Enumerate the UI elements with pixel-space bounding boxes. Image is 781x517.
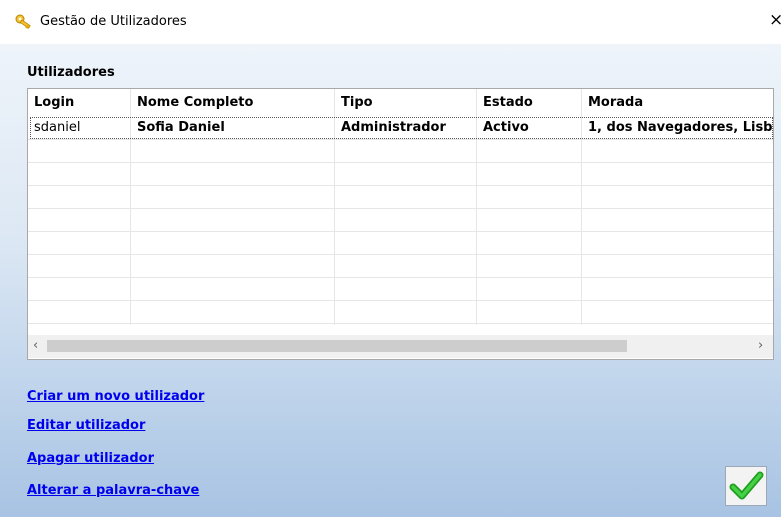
cell-login: sdaniel xyxy=(34,120,81,135)
cell-tipo: Administrador xyxy=(341,120,446,135)
section-title: Utilizadores xyxy=(27,65,115,80)
ok-button[interactable] xyxy=(725,466,767,506)
delete-user-link[interactable]: Apagar utilizador xyxy=(27,451,154,466)
checkmark-icon xyxy=(726,471,766,509)
row-divider xyxy=(28,208,773,209)
scrollbar-thumb[interactable] xyxy=(47,340,627,352)
row-divider xyxy=(28,162,773,163)
column-header-nome-completo[interactable]: Nome Completo xyxy=(137,95,253,110)
edit-user-link[interactable]: Editar utilizador xyxy=(27,418,145,433)
column-header-morada[interactable]: Morada xyxy=(588,95,643,110)
scroll-left-arrow[interactable]: ‹ xyxy=(33,338,38,353)
row-divider xyxy=(28,300,773,301)
horizontal-scrollbar[interactable]: ‹ › xyxy=(28,335,773,358)
column-header-login[interactable]: Login xyxy=(34,95,74,110)
scroll-right-arrow[interactable]: › xyxy=(758,338,763,353)
keys-icon xyxy=(14,13,34,31)
column-header-estado[interactable]: Estado xyxy=(483,95,533,110)
create-user-link[interactable]: Criar um novo utilizador xyxy=(27,389,204,404)
row-divider xyxy=(28,254,773,255)
cell-morada: 1, dos Navegadores, Lisb xyxy=(588,120,773,135)
cell-estado: Activo xyxy=(483,120,529,135)
column-header-tipo[interactable]: Tipo xyxy=(341,95,373,110)
users-table[interactable]: Login Nome Completo Tipo Estado Morada s… xyxy=(27,88,774,360)
cell-nome-completo: Sofia Daniel xyxy=(137,120,225,135)
row-divider xyxy=(28,231,773,232)
window-title: Gestão de Utilizadores xyxy=(40,14,187,29)
close-icon[interactable]: × xyxy=(769,11,781,29)
title-bar: Gestão de Utilizadores × xyxy=(0,0,781,44)
row-divider xyxy=(28,277,773,278)
row-divider xyxy=(28,185,773,186)
row-divider xyxy=(28,139,773,140)
row-divider xyxy=(28,323,773,324)
change-password-link[interactable]: Alterar a palavra-chave xyxy=(27,483,199,498)
table-header: Login Nome Completo Tipo Estado Morada xyxy=(28,89,773,114)
